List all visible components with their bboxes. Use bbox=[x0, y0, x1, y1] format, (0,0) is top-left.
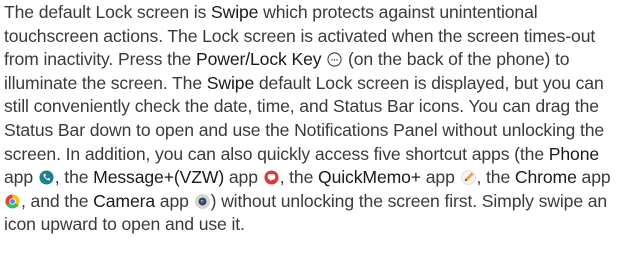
text-run: , the bbox=[54, 167, 94, 188]
text-run: app bbox=[224, 167, 263, 188]
power-lock-key-term: Power/Lock Key bbox=[195, 49, 322, 70]
swipe-term: Swipe bbox=[211, 2, 259, 22]
text-run: app bbox=[420, 167, 460, 188]
document-body: The default Lock screen is Swipe which p… bbox=[4, 1, 632, 237]
chrome-term: Chrome bbox=[514, 167, 577, 188]
text-run: The default Lock screen is bbox=[4, 2, 212, 22]
text-run: app bbox=[576, 167, 611, 188]
message-app-icon bbox=[264, 170, 279, 185]
text-run: app bbox=[4, 167, 38, 188]
text-run: app bbox=[155, 190, 194, 211]
lock-screen-paragraph: The default Lock screen is Swipe which p… bbox=[4, 1, 632, 237]
power-key-icon bbox=[327, 52, 342, 67]
text-run: , the bbox=[279, 167, 319, 188]
phone-term: Phone bbox=[548, 143, 600, 164]
text-run: , the bbox=[476, 167, 515, 188]
message-term: Message+(VZW) bbox=[93, 167, 225, 188]
text-run: , and the bbox=[21, 190, 94, 211]
swipe-term: Swipe bbox=[206, 72, 255, 93]
quickmemo-app-icon bbox=[460, 170, 476, 185]
camera-app-icon bbox=[194, 193, 210, 209]
quickmemo-term: QuickMemo+ bbox=[318, 167, 421, 188]
chrome-app-icon bbox=[5, 194, 20, 209]
camera-term: Camera bbox=[93, 190, 156, 211]
phone-app-icon bbox=[39, 170, 54, 185]
